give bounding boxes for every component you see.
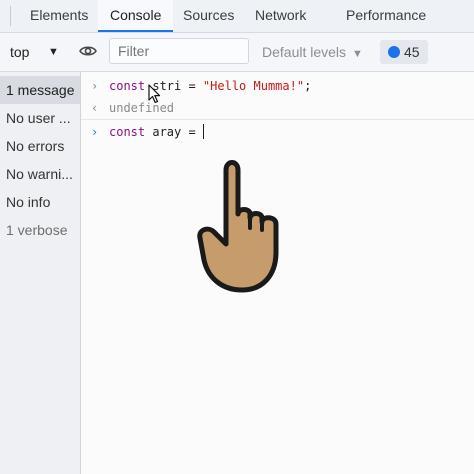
tab-console[interactable]: Console	[98, 0, 174, 32]
tab-network[interactable]: Network	[255, 0, 306, 32]
result-value: undefined	[109, 101, 175, 115]
sidebar-item-warnings[interactable]: No warni...	[0, 160, 80, 188]
sidebar-item-messages[interactable]: 1 message	[0, 76, 80, 104]
tab-sources[interactable]: Sources	[183, 0, 234, 32]
context-selector[interactable]: top ▼	[10, 40, 68, 64]
tab-performance[interactable]: Performance	[346, 0, 426, 32]
sidebar-item-info[interactable]: No info	[0, 188, 80, 216]
eye-icon[interactable]	[78, 41, 98, 61]
chevron-right-icon: ›	[91, 79, 99, 93]
console-input-entry: › const stri = "Hello Mumma!";	[81, 74, 474, 98]
issues-badge[interactable]: 45	[380, 40, 428, 64]
code-string: "Hello Mumma!"	[202, 79, 305, 93]
code-keyword: const	[109, 79, 146, 93]
sidebar-item-user-messages[interactable]: No user ...	[0, 104, 80, 132]
filter-input[interactable]	[109, 38, 249, 64]
sidebar-item-verbose[interactable]: 1 verbose	[0, 216, 80, 244]
console-toolbar: top ▼ Default levels ▼ 45	[0, 33, 474, 72]
prompt-chevron-icon: ›	[91, 125, 99, 139]
issues-icon	[388, 46, 400, 58]
tab-overflow-handle	[0, 6, 11, 26]
console-sidebar: 1 message No user ... No errors No warni…	[0, 72, 81, 474]
caret-down-icon: ▼	[352, 48, 363, 60]
sidebar-item-errors[interactable]: No errors	[0, 132, 80, 160]
chevron-left-icon: ‹	[91, 101, 99, 115]
code-text: aray =	[145, 125, 203, 139]
log-levels-label: Default levels	[262, 44, 347, 60]
issues-count: 45	[404, 44, 420, 60]
tab-elements[interactable]: Elements	[30, 0, 88, 32]
code-text: ;	[304, 79, 312, 93]
code-keyword: const	[109, 125, 146, 139]
console-result-entry: ‹ undefined	[81, 96, 474, 120]
mouse-pointer-icon	[148, 84, 161, 104]
pointing-hand-icon	[197, 160, 279, 293]
console-prompt[interactable]: › const aray =	[81, 120, 474, 144]
text-caret	[202, 124, 204, 139]
caret-down-icon: ▼	[48, 46, 59, 58]
log-levels-dropdown[interactable]: Default levels ▼	[262, 40, 363, 64]
context-label: top	[10, 44, 30, 60]
devtools-tab-bar: Elements Console Sources Network Perform…	[0, 0, 474, 33]
